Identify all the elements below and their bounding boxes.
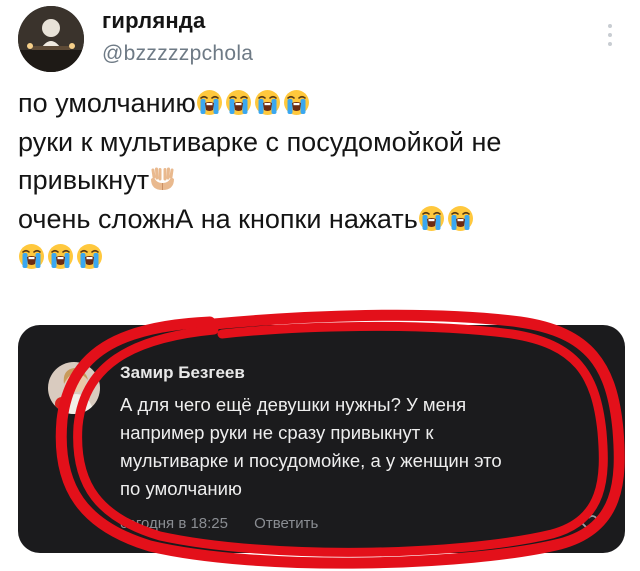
commenter-name[interactable]: Замир Безгеев [120, 363, 245, 383]
tweet-line-text: по умолчанию [18, 88, 196, 118]
comment-text-line: например руки не сразу привыкнут к [120, 422, 434, 443]
loudly-crying-face-emoji-icon [225, 89, 252, 116]
comment-meta: сегодня в 18:25 Ответить [120, 515, 318, 532]
tweet-line-text: руки к мультиварке с посудомойкой не [18, 126, 502, 157]
vertical-ellipsis-icon[interactable] [604, 20, 616, 50]
tweet-line-text: привыкнут [18, 165, 150, 195]
author-handle[interactable]: @bzzzzzpchola [102, 42, 253, 66]
loudly-crying-face-emoji-icon [47, 243, 74, 270]
author-avatar[interactable] [18, 6, 84, 72]
loudly-crying-face-emoji-icon [18, 243, 45, 270]
loudly-crying-face-emoji-icon [283, 89, 310, 116]
palms-up-together-emoji-icon [149, 166, 176, 193]
comment-text-line: мультиварке и посудомойке, а у женщин эт… [120, 450, 502, 471]
tweet-line-text: очень сложнА на кнопки нажать [18, 203, 418, 234]
loudly-crying-face-emoji-icon [418, 205, 445, 232]
heart-outline-icon[interactable] [579, 513, 599, 533]
tweet-line: руки к мультиварке с посудомойкой не [18, 123, 628, 162]
loudly-crying-face-emoji-icon [196, 89, 223, 116]
comment-text-line: А для чего ещё девушки нужны? У меня [120, 394, 467, 415]
tweet-line [18, 238, 628, 277]
comment-timestamp: сегодня в 18:25 [120, 515, 228, 532]
tweet-line: очень сложнА на кнопки нажать [18, 200, 628, 239]
tweet-line: привыкнут [18, 161, 628, 200]
reply-button[interactable]: Ответить [254, 515, 318, 532]
screenshot-comment-card: Замир Безгеев А для чего ещё девушки нуж… [18, 325, 625, 553]
tweet-line: по умолчанию [18, 84, 628, 123]
tweet-text: по умолчанию руки к мультиварке с посудом… [18, 84, 628, 277]
loudly-crying-face-emoji-icon [76, 243, 103, 270]
comment-text-line: по умолчанию [120, 478, 242, 499]
tweet-header: гирлянда @bzzzzzpchola [18, 6, 622, 76]
comment-text: А для чего ещё девушки нужны? У меня напр… [120, 391, 600, 503]
author-display-name[interactable]: гирлянда [102, 8, 205, 34]
commenter-avatar[interactable] [48, 362, 100, 414]
loudly-crying-face-emoji-icon [254, 89, 281, 116]
loudly-crying-face-emoji-icon [447, 205, 474, 232]
